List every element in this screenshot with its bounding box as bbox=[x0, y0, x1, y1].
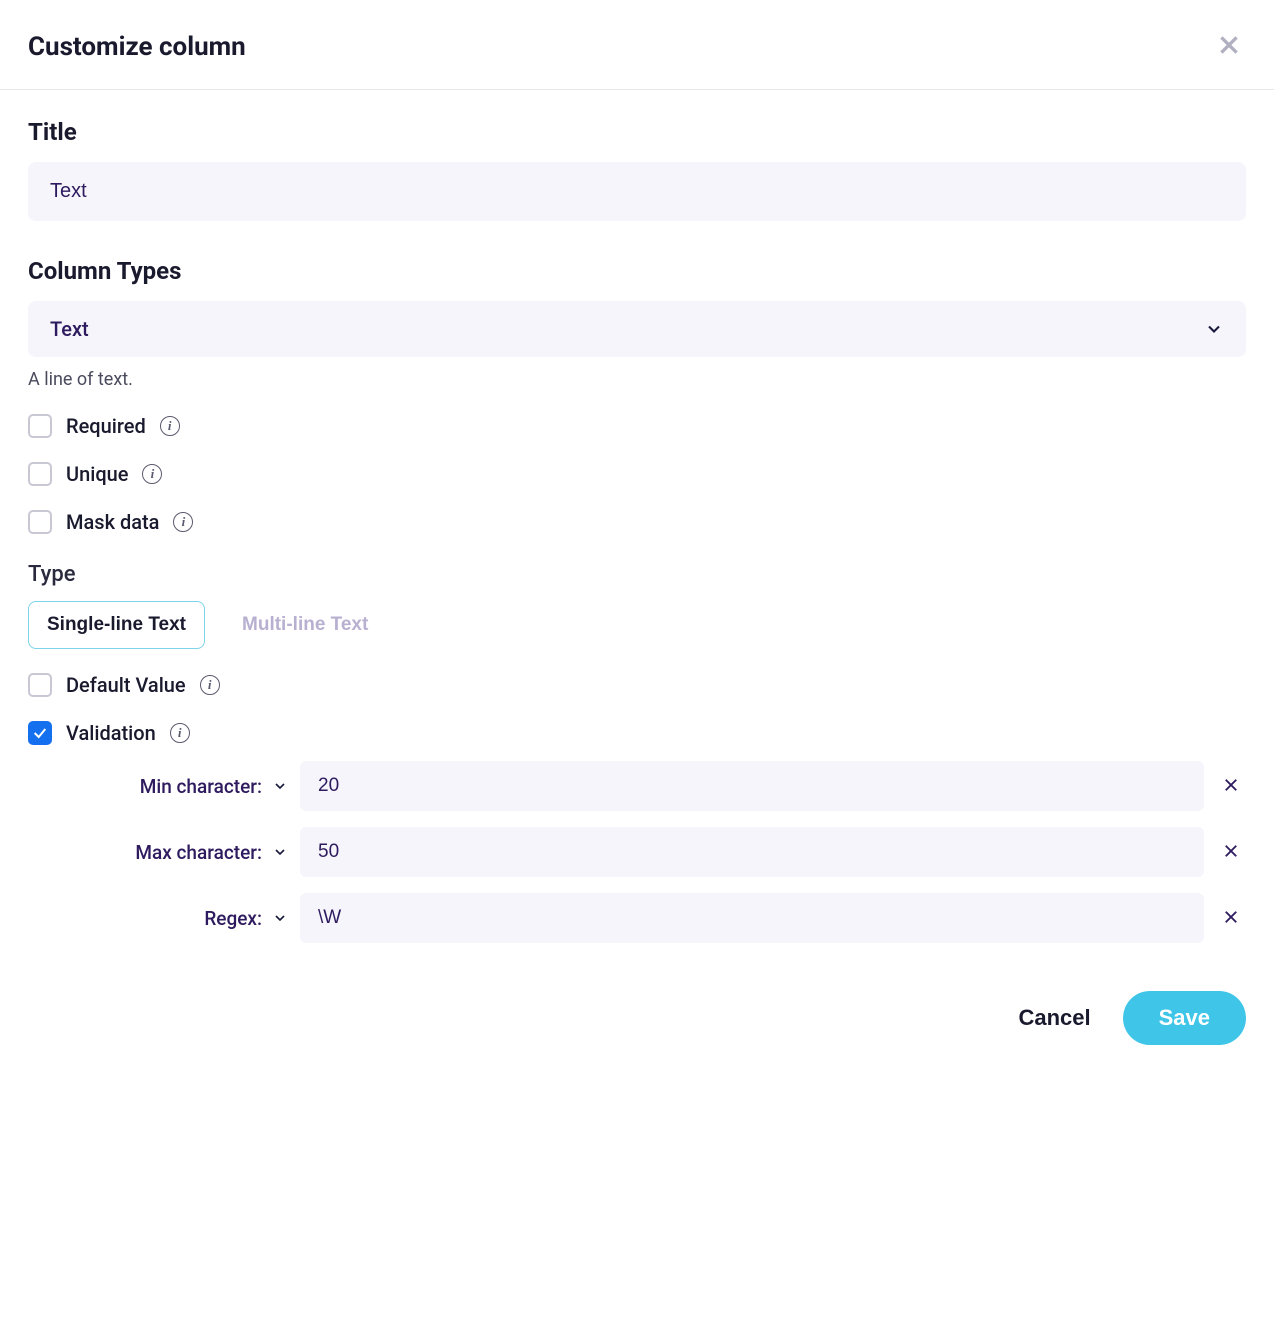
required-row: Required i bbox=[28, 414, 1246, 438]
unique-row: Unique i bbox=[28, 462, 1246, 486]
chevron-down-icon bbox=[1204, 319, 1224, 339]
default-value-checkbox[interactable] bbox=[28, 673, 52, 697]
required-label: Required bbox=[66, 414, 146, 438]
mask-data-checkbox[interactable] bbox=[28, 510, 52, 534]
close-icon bbox=[1222, 776, 1240, 794]
min-char-label: Min character: bbox=[140, 775, 262, 798]
unique-label: Unique bbox=[66, 462, 128, 486]
title-section: Title bbox=[28, 118, 1246, 221]
chevron-down-icon[interactable] bbox=[272, 910, 288, 926]
mask-data-label: Mask data bbox=[66, 510, 159, 534]
validation-checkbox[interactable] bbox=[28, 721, 52, 745]
type-label: Type bbox=[28, 562, 1246, 587]
min-char-row: Min character: bbox=[28, 761, 1246, 811]
close-icon bbox=[1222, 842, 1240, 860]
modal-header: Customize column bbox=[0, 0, 1274, 90]
chevron-down-icon[interactable] bbox=[272, 778, 288, 794]
remove-max-button[interactable] bbox=[1216, 836, 1246, 869]
required-checkbox[interactable] bbox=[28, 414, 52, 438]
cancel-button[interactable]: Cancel bbox=[1010, 991, 1098, 1045]
title-label: Title bbox=[28, 118, 1246, 146]
save-button[interactable]: Save bbox=[1123, 991, 1246, 1045]
max-char-row: Max character: bbox=[28, 827, 1246, 877]
regex-row: Regex: bbox=[28, 893, 1246, 943]
unique-checkbox[interactable] bbox=[28, 462, 52, 486]
info-icon[interactable]: i bbox=[173, 512, 193, 532]
column-type-help: A line of text. bbox=[28, 369, 1246, 390]
modal-title: Customize column bbox=[28, 32, 246, 62]
remove-min-button[interactable] bbox=[1216, 770, 1246, 803]
default-value-label: Default Value bbox=[66, 673, 186, 697]
chevron-down-icon[interactable] bbox=[272, 844, 288, 860]
info-icon[interactable]: i bbox=[160, 416, 180, 436]
max-char-label: Max character: bbox=[135, 841, 262, 864]
info-icon[interactable]: i bbox=[200, 675, 220, 695]
type-tabs: Single-line Text Multi-line Text bbox=[28, 601, 1246, 649]
regex-input[interactable] bbox=[300, 893, 1204, 943]
validation-row: Validation i bbox=[28, 721, 1246, 745]
mask-data-row: Mask data i bbox=[28, 510, 1246, 534]
min-char-input[interactable] bbox=[300, 761, 1204, 811]
close-icon bbox=[1216, 32, 1242, 58]
column-type-selected: Text bbox=[50, 317, 89, 341]
remove-regex-button[interactable] bbox=[1216, 902, 1246, 935]
max-char-input[interactable] bbox=[300, 827, 1204, 877]
info-icon[interactable]: i bbox=[170, 723, 190, 743]
tab-single-line[interactable]: Single-line Text bbox=[28, 601, 205, 649]
modal-footer: Cancel Save bbox=[28, 991, 1246, 1045]
check-icon bbox=[32, 725, 48, 741]
column-type-select[interactable]: Text bbox=[28, 301, 1246, 357]
default-value-row: Default Value i bbox=[28, 673, 1246, 697]
regex-label: Regex: bbox=[204, 907, 262, 930]
title-input[interactable] bbox=[28, 162, 1246, 221]
column-types-label: Column Types bbox=[28, 257, 1246, 285]
validation-label: Validation bbox=[66, 721, 156, 745]
tab-multi-line[interactable]: Multi-line Text bbox=[223, 601, 387, 649]
info-icon[interactable]: i bbox=[142, 464, 162, 484]
close-button[interactable] bbox=[1212, 28, 1246, 65]
close-icon bbox=[1222, 908, 1240, 926]
column-types-section: Column Types Text A line of text. bbox=[28, 257, 1246, 390]
